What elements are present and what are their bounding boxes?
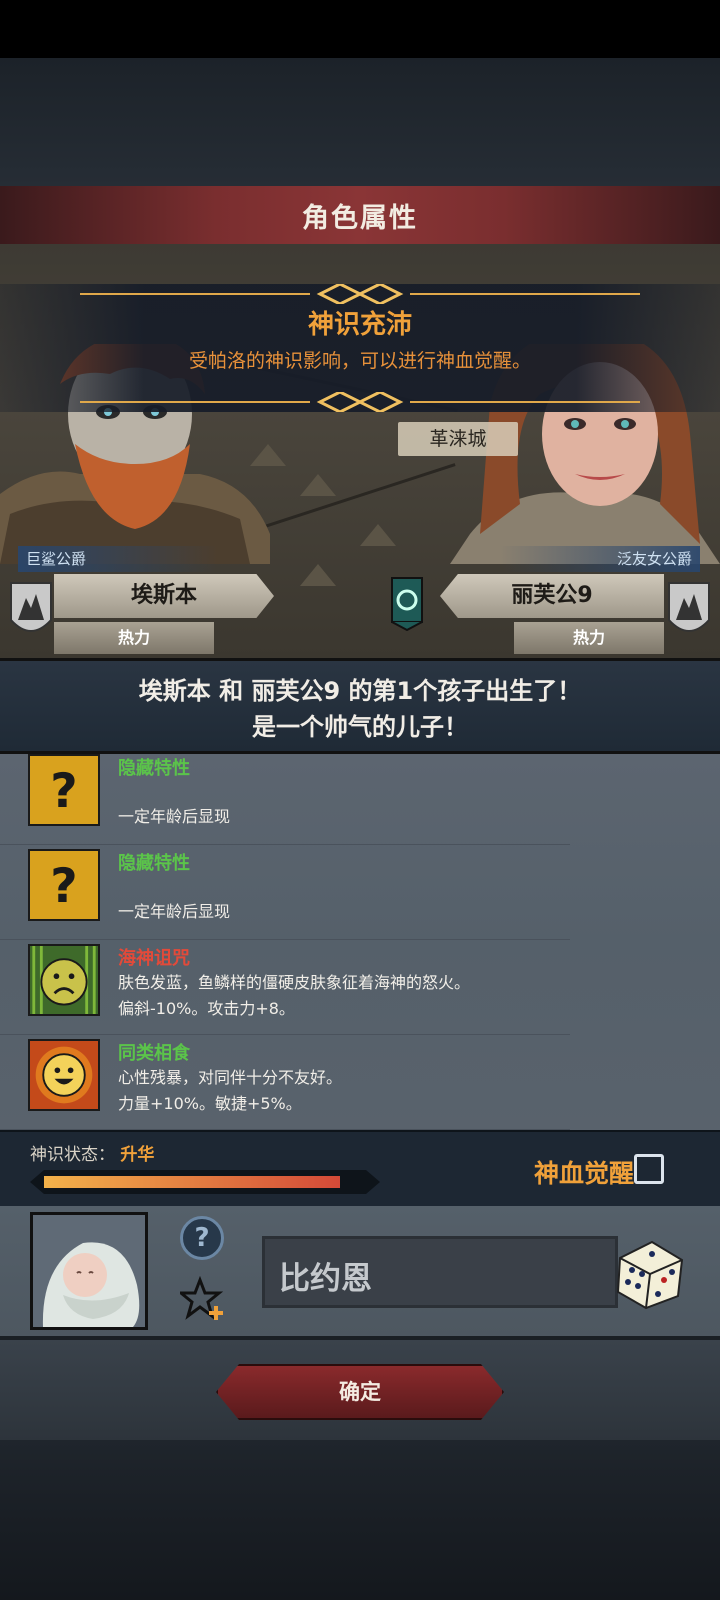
father-title: 巨鲨公爵 [18, 546, 218, 572]
question-mark-icon: ? [28, 754, 100, 826]
trait-desc: 一定年龄后显现 [118, 902, 231, 921]
dialog-title: 角色属性 [302, 202, 418, 234]
trait-desc: 心性残暴，对同伴十分不友好。 [118, 1068, 343, 1087]
ornament-top [80, 284, 640, 304]
trait-item[interactable]: 海神诅咒 肤色发蓝，鱼鳞样的僵硬皮肤象征着海神的怒火。 偏斜-10%。攻击力+8… [0, 940, 570, 1035]
awaken-label[interactable]: 神血觉醒 [534, 1154, 634, 1190]
map-mountain [360, 524, 396, 546]
status-bar-top [0, 0, 720, 58]
announcement-line-1: 埃斯本 和 丽芙公9 的第1个孩子出生了！ [138, 677, 582, 705]
trait-name: 同类相食 [118, 1043, 190, 1064]
background-top [0, 58, 720, 186]
map-mountain [300, 474, 336, 496]
random-name-dice-icon[interactable] [612, 1236, 688, 1312]
progress-fill [44, 1176, 340, 1188]
footer-actions: 确定 [0, 1340, 720, 1440]
confirm-button[interactable]: 确定 [216, 1364, 504, 1420]
mother-shield-icon [668, 582, 710, 632]
awaken-checkbox[interactable] [634, 1154, 664, 1184]
divine-status-bar: 神识状态： 升华 神血觉醒 [0, 1130, 720, 1206]
banner-description: 受帕洛的神识影响，可以进行神血觉醒。 [188, 350, 531, 372]
map-mountain [300, 564, 336, 586]
trait-item[interactable]: ? 隐藏特性 一定年龄后显现 [0, 754, 570, 845]
svg-text:?: ? [50, 859, 77, 914]
trait-desc: 力量+10%。敏捷+5%。 [118, 1094, 302, 1113]
sad-face-icon [28, 944, 100, 1016]
child-panel: ? 比约恩 [0, 1206, 720, 1340]
ornament-bottom [80, 392, 640, 412]
mother-title: 泛友女公爵 [500, 546, 700, 572]
birth-scene: 革涞城 神识充沛 受帕洛的神识影响，可以进行神血觉醒。 巨鲨公爵 埃斯本 热力 … [0, 244, 720, 658]
trait-name: 隐藏特性 [118, 853, 190, 874]
announcement-line-2: 是一个帅气的儿子！ [252, 713, 468, 741]
background-bottom [0, 1440, 720, 1600]
father-shield-icon [10, 582, 52, 632]
favorite-star-icon[interactable] [180, 1276, 226, 1322]
svg-text:?: ? [50, 764, 77, 819]
question-mark-icon: ? [28, 849, 100, 921]
trait-item[interactable]: ? 隐藏特性 一定年龄后显现 [0, 845, 570, 940]
father-name: 埃斯本 [54, 574, 274, 618]
dialog-title-bar: 角色属性 [0, 186, 720, 244]
baby-icon [33, 1215, 145, 1327]
smiling-sun-icon [28, 1039, 100, 1111]
mother-name: 丽芙公9 [440, 574, 664, 618]
mother-trait: 热力 [514, 622, 664, 654]
child-name-field[interactable]: 比约恩 [262, 1236, 618, 1308]
help-button[interactable]: ? [180, 1216, 224, 1260]
father-trait: 热力 [54, 622, 214, 654]
status-label: 神识状态： 升华 [30, 1140, 154, 1165]
trait-desc: 一定年龄后显现 [118, 807, 231, 826]
trait-desc: 偏斜-10%。攻击力+8。 [118, 999, 295, 1018]
divine-progress-bar [30, 1170, 380, 1194]
status-value: 升华 [120, 1145, 155, 1165]
faction-banner-icon [391, 577, 423, 632]
status-label-text: 神识状态： [30, 1145, 115, 1165]
trait-name: 海神诅咒 [118, 948, 190, 969]
trait-item[interactable]: 同类相食 心性残暴，对同伴十分不友好。 力量+10%。敏捷+5%。 [0, 1035, 570, 1130]
trait-list: ? 隐藏特性 一定年龄后显现 ? 隐藏特性 一定年龄后显现 海神诅咒 肤色发蓝，… [0, 754, 720, 1130]
city-label: 革涞城 [398, 422, 518, 456]
child-name: 比约恩 [279, 1261, 372, 1297]
map-road [264, 463, 456, 528]
child-avatar [30, 1212, 148, 1330]
awakening-banner: 神识充沛 受帕洛的神识影响，可以进行神血觉醒。 [0, 284, 720, 412]
trait-desc: 肤色发蓝，鱼鳞样的僵硬皮肤象征着海神的怒火。 [118, 973, 471, 992]
banner-title: 神识充沛 [307, 310, 412, 340]
trait-name: 隐藏特性 [118, 758, 190, 779]
birth-announcement: 埃斯本 和 丽芙公9 的第1个孩子出生了！ 是一个帅气的儿子！ [0, 658, 720, 754]
